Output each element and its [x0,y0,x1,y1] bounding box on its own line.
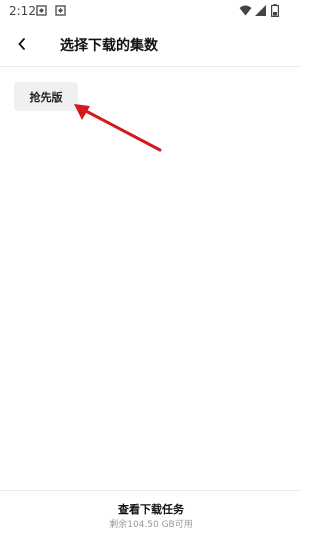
page-title: 选择下载的集数 [60,38,158,54]
battery-icon [271,4,279,17]
status-time: 2:12 [9,4,36,18]
view-tasks-label: 查看下载任务 [118,503,184,516]
storage-remaining: 剩余104.50 GB可用 [109,520,193,530]
arrow-annotation [74,104,162,152]
view-download-tasks-button[interactable]: 查看下载任务 剩余104.50 GB可用 [0,490,302,537]
status-bar: 2:12 [0,0,302,22]
back-button[interactable] [10,32,34,56]
notification-icon [55,5,66,16]
signal-icon [255,5,266,16]
notification-icon [36,5,47,16]
wifi-icon [239,5,252,16]
chevron-left-icon [18,38,25,50]
episode-chip-label: 抢先版 [29,90,63,104]
app-bar: 选择下载的集数 [0,22,302,67]
